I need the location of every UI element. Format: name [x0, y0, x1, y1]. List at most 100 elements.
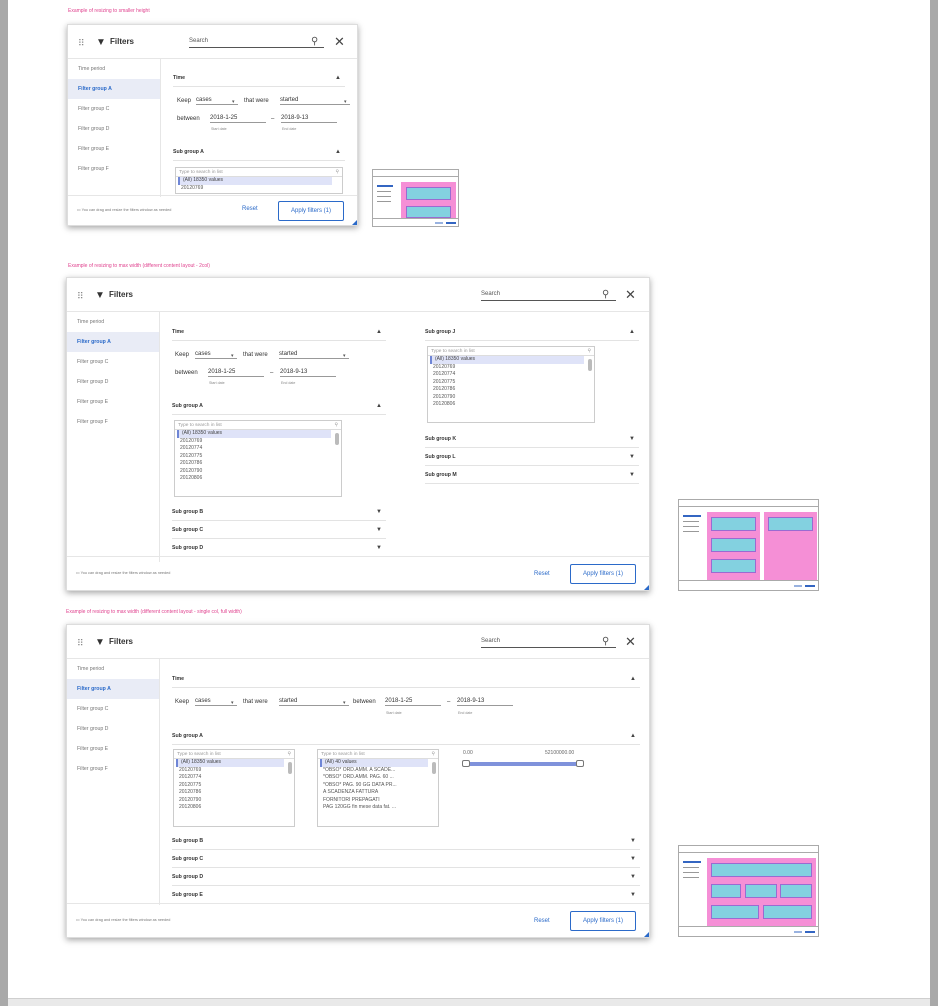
- list-item[interactable]: PAG 120GG fin mese data fat. ...: [318, 804, 438, 812]
- triangle-down-icon[interactable]: ▼: [630, 886, 636, 904]
- resize-handle[interactable]: [644, 932, 649, 937]
- close-icon[interactable]: ✕: [334, 34, 345, 50]
- sidebar-item-group-d[interactable]: Filter group D: [67, 372, 159, 392]
- list-item[interactable]: 20120775: [174, 782, 294, 790]
- sidebar-item-time-period[interactable]: Time period: [67, 659, 159, 679]
- triangle-up-icon[interactable]: ▲: [335, 143, 341, 161]
- list-search-input[interactable]: Type to search in list ⚲: [428, 347, 594, 356]
- value-list[interactable]: Type to search in list ⚲ (All) 18350 valu…: [174, 420, 342, 497]
- subgroup-l-header[interactable]: Sub group L ▼: [425, 448, 639, 466]
- triangle-up-icon[interactable]: ▲: [335, 69, 341, 87]
- filters-window-fullwidth[interactable]: ⠿ ▼ Filters Search ⚲ ✕ Time period Filte…: [66, 624, 650, 938]
- subgroup-c-header[interactable]: Sub group C ▼: [172, 521, 386, 539]
- sidebar-item-group-f[interactable]: Filter group F: [68, 159, 160, 179]
- sidebar-item-group-c[interactable]: Filter group C: [68, 99, 160, 119]
- subgroup-a-header[interactable]: Sub group A ▲: [172, 727, 640, 745]
- start-date-input[interactable]: 2018-1-25: [385, 698, 441, 706]
- start-date-input[interactable]: 2018-1-25: [210, 115, 266, 123]
- triangle-down-icon[interactable]: ▼: [376, 503, 382, 521]
- list-search-input[interactable]: Type to search in list ⚲: [175, 421, 341, 430]
- time-header[interactable]: Time ▲: [172, 323, 386, 341]
- sidebar-item-group-e[interactable]: Filter group E: [67, 739, 159, 759]
- triangle-up-icon[interactable]: ▲: [629, 323, 635, 341]
- list-item[interactable]: *OBSO* ORD.AMM. A SCADE...: [318, 767, 438, 775]
- range-slider-track[interactable]: [465, 762, 579, 766]
- subgroup-b-header[interactable]: Sub group B ▼: [172, 503, 386, 521]
- list-item[interactable]: 20120806: [175, 475, 341, 483]
- triangle-down-icon[interactable]: ▼: [629, 466, 635, 484]
- list-item[interactable]: 20120790: [428, 394, 594, 402]
- list-item[interactable]: 20120786: [175, 460, 341, 468]
- search-input[interactable]: Search: [481, 291, 616, 301]
- list-item[interactable]: A SCADENZA FATTURA: [318, 789, 438, 797]
- end-date-input[interactable]: 2018-9-13: [280, 369, 336, 377]
- sidebar-item-group-c[interactable]: Filter group C: [67, 699, 159, 719]
- sidebar-item-group-f[interactable]: Filter group F: [67, 412, 159, 432]
- apply-filters-button[interactable]: Apply filters (1): [570, 911, 636, 931]
- sidebar-item-group-a[interactable]: Filter group A: [67, 679, 159, 699]
- time-header[interactable]: Time ▲: [173, 69, 345, 87]
- search-icon[interactable]: ⚲: [602, 289, 609, 300]
- value-list-j[interactable]: Type to search in list ⚲ (All) 18350 valu…: [427, 346, 595, 423]
- search-icon[interactable]: ⚲: [311, 36, 318, 47]
- filters-window-2col[interactable]: ⠿ ▼ Filters Search ⚲ ✕ Time period Filte…: [66, 277, 650, 591]
- apply-filters-button[interactable]: Apply filters (1): [278, 201, 344, 221]
- triangle-down-icon[interactable]: ▼: [630, 850, 636, 868]
- list-item[interactable]: 20120774: [174, 774, 294, 782]
- subgroup-j-header[interactable]: Sub group J ▲: [425, 323, 639, 341]
- list-item[interactable]: 20120769: [174, 767, 294, 775]
- started-select[interactable]: started: [279, 351, 349, 359]
- list-search-input[interactable]: Type to search in list ⚲: [318, 750, 438, 759]
- filters-window-small[interactable]: ⠿ ▼ Filters Search ⚲ ✕ Time period Filte…: [67, 24, 358, 226]
- subgroup-k-header[interactable]: Sub group K ▼: [425, 430, 639, 448]
- value-list[interactable]: Type to search in list ⚲ (All) 18350 valu…: [175, 167, 343, 194]
- list-item[interactable]: 20120769: [175, 438, 341, 446]
- list-item[interactable]: 20120806: [174, 804, 294, 812]
- triangle-down-icon[interactable]: ▼: [629, 448, 635, 466]
- search-icon[interactable]: ⚲: [602, 636, 609, 647]
- search-input[interactable]: Search: [481, 638, 616, 648]
- list-item[interactable]: 20120774: [428, 371, 594, 379]
- resize-handle[interactable]: [644, 585, 649, 590]
- list-search-input[interactable]: Type to search in list ⚲: [174, 750, 294, 759]
- list-item[interactable]: *OBSO* ORD.AMM. PAG. 60 ...: [318, 774, 438, 782]
- sidebar-item-group-d[interactable]: Filter group D: [68, 119, 160, 139]
- list-item[interactable]: 20120774: [175, 445, 341, 453]
- triangle-up-icon[interactable]: ▲: [630, 727, 636, 745]
- scrollbar[interactable]: [335, 433, 339, 445]
- list-item[interactable]: 20120790: [175, 468, 341, 476]
- end-date-input[interactable]: 2018-9-13: [457, 698, 513, 706]
- resize-handle[interactable]: [352, 220, 357, 225]
- triangle-up-icon[interactable]: ▲: [376, 323, 382, 341]
- subgroup-e-header[interactable]: Sub group E ▼: [172, 886, 640, 904]
- drag-grip-icon[interactable]: ⠿: [77, 638, 84, 649]
- sidebar-item-group-c[interactable]: Filter group C: [67, 352, 159, 372]
- value-list[interactable]: Type to search in list ⚲ (All) 18350 valu…: [173, 749, 295, 827]
- subgroup-d-header[interactable]: Sub group D ▼: [172, 539, 386, 557]
- list-search-input[interactable]: Type to search in list ⚲: [176, 168, 342, 177]
- triangle-down-icon[interactable]: ▼: [630, 868, 636, 886]
- sidebar-item-group-a[interactable]: Filter group A: [68, 79, 160, 99]
- value-list-2[interactable]: Type to search in list ⚲ (All) 40 values …: [317, 749, 439, 827]
- time-header[interactable]: Time ▲: [172, 670, 640, 688]
- scrollbar[interactable]: [288, 762, 292, 774]
- list-item[interactable]: 20120806: [428, 401, 594, 409]
- list-item[interactable]: 20120786: [174, 789, 294, 797]
- sidebar-item-time-period[interactable]: Time period: [68, 59, 160, 79]
- subgroup-d-header[interactable]: Sub group D ▼: [172, 868, 640, 886]
- reset-button[interactable]: Reset: [534, 571, 550, 577]
- search-input[interactable]: Search: [189, 38, 324, 48]
- list-item[interactable]: (All) 18350 values: [177, 430, 331, 438]
- subgroup-a-header[interactable]: Sub group A ▲: [172, 397, 386, 415]
- triangle-down-icon[interactable]: ▼: [630, 832, 636, 850]
- scrollbar[interactable]: [588, 359, 592, 371]
- list-item[interactable]: *OBSO* PAG. 90 GG DATA PR...: [318, 782, 438, 790]
- start-date-input[interactable]: 2018-1-25: [208, 369, 264, 377]
- list-item[interactable]: 20120786: [428, 386, 594, 394]
- list-item[interactable]: (All) 18350 values: [178, 177, 332, 185]
- sidebar-item-time-period[interactable]: Time period: [67, 312, 159, 332]
- subgroup-m-header[interactable]: Sub group M ▼: [425, 466, 639, 484]
- sidebar-item-group-a[interactable]: Filter group A: [67, 332, 159, 352]
- sidebar-item-group-d[interactable]: Filter group D: [67, 719, 159, 739]
- list-item[interactable]: 20120790: [174, 797, 294, 805]
